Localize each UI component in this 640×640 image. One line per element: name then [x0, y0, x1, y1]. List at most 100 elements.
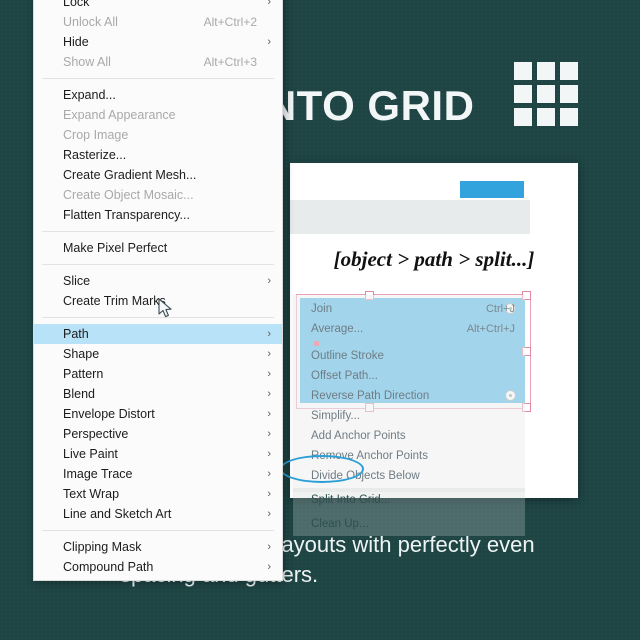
chevron-right-icon: › [267, 0, 271, 8]
menu-item-flatten-transparency[interactable]: Flatten Transparency... [34, 205, 282, 225]
menu-item-label: Compound Path [63, 560, 154, 574]
submenu-item-reverse-path-direction[interactable]: Reverse Path Direction [293, 386, 525, 406]
submenu-item-label: Outline Stroke [311, 350, 384, 362]
card-caption: [object > path > split...] [333, 247, 535, 271]
grid-3x3-icon [514, 62, 578, 126]
menu-item-create-object-mosaic: Create Object Mosaic... [34, 185, 282, 205]
menu-separator [42, 231, 274, 232]
menu-item-shape[interactable]: Shape › [34, 344, 282, 364]
submenu-separator [293, 339, 525, 346]
grid-cell [560, 62, 578, 80]
menu-item-shortcut: Alt+Ctrl+2 [203, 15, 257, 29]
menu-item-label: Flatten Transparency... [63, 208, 190, 222]
menu-item-hide[interactable]: Hide › [34, 32, 282, 52]
submenu-item-simplify[interactable]: Simplify... [293, 406, 525, 426]
menu-item-label: Clipping Mask [63, 540, 142, 554]
menu-item-label: Text Wrap [63, 487, 120, 501]
submenu-item-shortcut: Alt+Ctrl+J [466, 323, 515, 335]
menu-item-label: Pattern [63, 367, 104, 381]
submenu-item-shortcut: Ctrl+J [485, 303, 515, 315]
chevron-right-icon: › [267, 36, 271, 48]
submenu-item-average[interactable]: Average... Alt+Ctrl+J [293, 319, 525, 339]
chevron-right-icon: › [267, 508, 271, 520]
chevron-right-icon: › [267, 488, 271, 500]
chevron-right-icon: › [267, 541, 271, 553]
menu-item-text-wrap[interactable]: Text Wrap › [34, 484, 282, 504]
menu-item-label: Live Paint [63, 447, 118, 461]
menu-item-label: Expand... [63, 88, 116, 102]
chevron-right-icon: › [267, 328, 271, 340]
object-menu[interactable]: Lock › Unlock All Alt+Ctrl+2 Hide › Show All Al… [33, 0, 283, 581]
menu-item-image-trace[interactable]: Image Trace › [34, 464, 282, 484]
submenu-item-label: Reverse Path Direction [311, 390, 430, 402]
menu-item-rasterize[interactable]: Rasterize... [34, 145, 282, 165]
menu-item-envelope-distort[interactable]: Envelope Distort › [34, 404, 282, 424]
menu-item-path[interactable]: Path › [34, 324, 282, 344]
menu-item-label: Shape [63, 347, 100, 361]
menu-separator [42, 317, 274, 318]
chevron-right-icon: › [267, 388, 271, 400]
menu-item-label: Artboards [63, 580, 117, 581]
menu-item-label: Expand Appearance [63, 108, 176, 122]
grid-cell [560, 85, 578, 103]
menu-item-label: Lock [63, 0, 90, 9]
menu-item-label: Perspective [63, 427, 129, 441]
menu-item-label: Blend [63, 387, 95, 401]
menu-item-expand-appearance: Expand Appearance [34, 105, 282, 125]
menu-item-label: Show All [63, 55, 111, 69]
chevron-right-icon: › [267, 561, 271, 573]
submenu-item-label: Split Into Grid... [311, 494, 391, 506]
submenu-item-offset-path[interactable]: Offset Path... [293, 366, 525, 386]
submenu-item-split-into-grid[interactable]: Split Into Grid... [293, 488, 525, 512]
menu-item-pattern[interactable]: Pattern › [34, 364, 282, 384]
card-accent-bar [460, 181, 524, 198]
menu-item-show-all: Show All Alt+Ctrl+3 [34, 52, 282, 72]
menu-item-label: Create Object Mosaic... [63, 188, 194, 202]
chevron-right-icon: › [267, 348, 271, 360]
menu-item-slice[interactable]: Slice › [34, 271, 282, 291]
menu-item-label: Envelope Distort [63, 407, 155, 421]
submenu-item-label: Average... [311, 323, 364, 335]
grid-cell [537, 108, 555, 126]
chevron-right-icon: › [267, 577, 271, 580]
chevron-right-icon: › [267, 428, 271, 440]
menu-item-label: Make Pixel Perfect [63, 241, 168, 255]
menu-item-label: Image Trace [63, 467, 133, 481]
menu-item-live-paint[interactable]: Live Paint › [34, 444, 282, 464]
path-submenu-tail[interactable]: Split Into Grid... Clean Up... [293, 488, 525, 536]
submenu-item-label: Join [311, 303, 333, 315]
submenu-item-clean-up[interactable]: Clean Up... [293, 512, 525, 536]
card-toolbar-band [290, 200, 530, 234]
menu-item-compound-path[interactable]: Compound Path › [34, 557, 282, 577]
menu-item-label: Line and Sketch Art [63, 507, 172, 521]
submenu-item-join[interactable]: Join Ctrl+J [293, 299, 525, 319]
grid-cell [560, 108, 578, 126]
menu-item-clipping-mask[interactable]: Clipping Mask › [34, 537, 282, 557]
menu-item-label: Crop Image [63, 128, 129, 142]
menu-item-label: Rasterize... [63, 148, 127, 162]
submenu-item-add-anchor-points[interactable]: Add Anchor Points [293, 426, 525, 446]
menu-item-expand[interactable]: Expand... [34, 85, 282, 105]
submenu-item-label: Add Anchor Points [311, 430, 406, 442]
menu-item-label: Hide [63, 35, 89, 49]
screenshot-card: [object > path > split...] Join Ctrl+J Ave… [290, 163, 578, 498]
menu-item-label: Unlock All [63, 15, 118, 29]
menu-item-artboards[interactable]: Artboards › [34, 577, 282, 581]
submenu-item-label: Clean Up... [311, 518, 369, 530]
menu-item-perspective[interactable]: Perspective › [34, 424, 282, 444]
chevron-right-icon: › [267, 368, 271, 380]
menu-item-create-gradient-mesh[interactable]: Create Gradient Mesh... [34, 165, 282, 185]
menu-item-label: Path [63, 327, 89, 341]
menu-item-create-trim-marks[interactable]: Create Trim Marks [34, 291, 282, 311]
menu-item-make-pixel-perfect[interactable]: Make Pixel Perfect [34, 238, 282, 258]
menu-item-line-and-sketch-art[interactable]: Line and Sketch Art › [34, 504, 282, 524]
chevron-right-icon: › [267, 448, 271, 460]
menu-separator [42, 78, 274, 79]
submenu-item-outline-stroke[interactable]: Outline Stroke [293, 346, 525, 366]
chevron-right-icon: › [267, 275, 271, 287]
menu-item-blend[interactable]: Blend › [34, 384, 282, 404]
menu-separator [42, 264, 274, 265]
menu-item-label: Create Trim Marks [63, 294, 166, 308]
menu-item-unlock-all: Unlock All Alt+Ctrl+2 [34, 12, 282, 32]
menu-item-lock[interactable]: Lock › [34, 0, 282, 12]
